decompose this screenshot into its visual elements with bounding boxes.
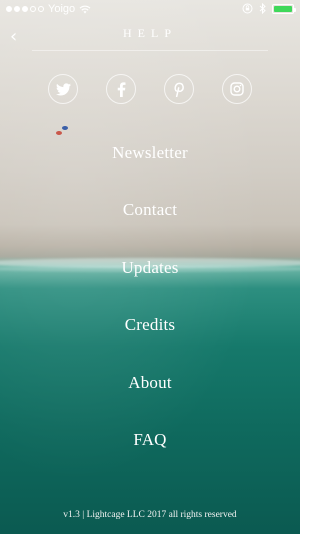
menu-item-contact[interactable]: Contact — [0, 195, 300, 252]
beach-figure — [62, 126, 68, 130]
beach-figure — [56, 131, 62, 135]
menu-item-updates[interactable]: Updates — [0, 253, 300, 310]
battery-icon — [272, 3, 296, 14]
instagram-icon — [230, 82, 244, 96]
status-bar: Yoigo — [0, 0, 300, 20]
menu-item-about[interactable]: About — [0, 368, 300, 425]
carrier-name: Yoigo — [48, 3, 76, 15]
help-screen: Yoigo ‹ HELP Newsletter Contact Updates … — [0, 0, 300, 534]
header-divider — [32, 50, 268, 51]
twitter-icon — [55, 82, 71, 95]
facebook-button[interactable] — [106, 74, 136, 104]
instagram-button[interactable] — [222, 74, 252, 104]
menu-item-newsletter[interactable]: Newsletter — [0, 138, 300, 195]
pinterest-button[interactable] — [164, 74, 194, 104]
footer-copyright: v1.3 | Lightcage LLC 2017 all rights res… — [63, 510, 237, 520]
wifi-icon — [79, 5, 91, 13]
help-menu: Newsletter Contact Updates Credits About… — [0, 138, 300, 482]
bluetooth-icon — [259, 3, 266, 14]
status-right — [242, 3, 296, 14]
status-left: Yoigo — [6, 3, 91, 15]
social-links — [0, 74, 300, 104]
page-title: HELP — [123, 26, 177, 40]
signal-dots-icon — [6, 6, 44, 12]
menu-item-faq[interactable]: FAQ — [0, 425, 300, 482]
twitter-button[interactable] — [48, 74, 78, 104]
facebook-icon — [117, 81, 125, 97]
rotation-lock-icon — [242, 3, 253, 14]
pinterest-icon — [174, 82, 184, 97]
header: ‹ HELP — [0, 20, 300, 54]
menu-item-credits[interactable]: Credits — [0, 310, 300, 367]
